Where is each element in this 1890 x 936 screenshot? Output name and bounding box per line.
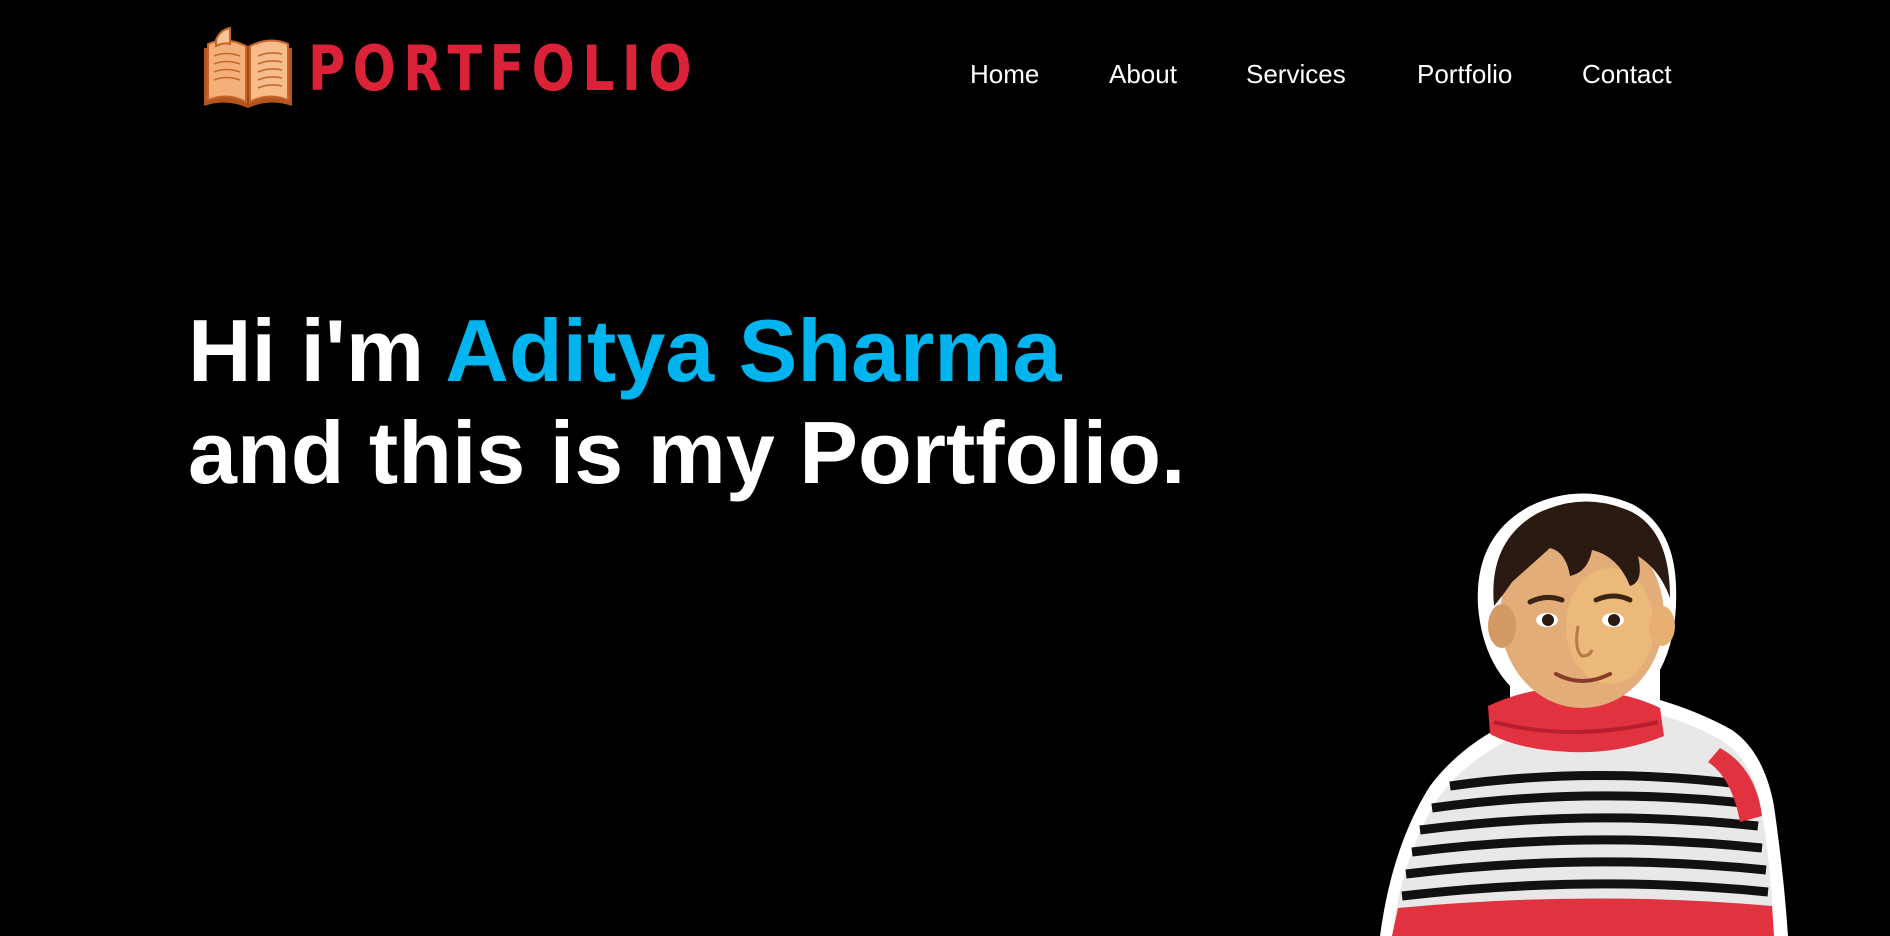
hero-section: Hi i'm Aditya Sharma and this is my Port… xyxy=(188,300,1388,504)
hero-name: Aditya Sharma xyxy=(445,301,1062,400)
hero-heading-line-1: Hi i'm Aditya Sharma xyxy=(188,300,1388,402)
nav-link-home[interactable]: Home xyxy=(970,54,1039,94)
nav-link-contact[interactable]: Contact xyxy=(1582,54,1672,94)
nav-link-portfolio[interactable]: Portfolio xyxy=(1417,54,1512,94)
page: PORTFOLIO Home About Services Portfolio … xyxy=(0,0,1890,936)
nav-link-about[interactable]: About xyxy=(1109,54,1177,94)
hero-greeting: Hi i'm xyxy=(188,301,446,400)
main-nav: Home About Services Portfolio Contact xyxy=(0,54,1890,94)
profile-photo xyxy=(1380,493,1788,936)
nav-link-services[interactable]: Services xyxy=(1246,54,1346,94)
hero-tagline: and this is my Portfolio. xyxy=(188,403,1186,502)
